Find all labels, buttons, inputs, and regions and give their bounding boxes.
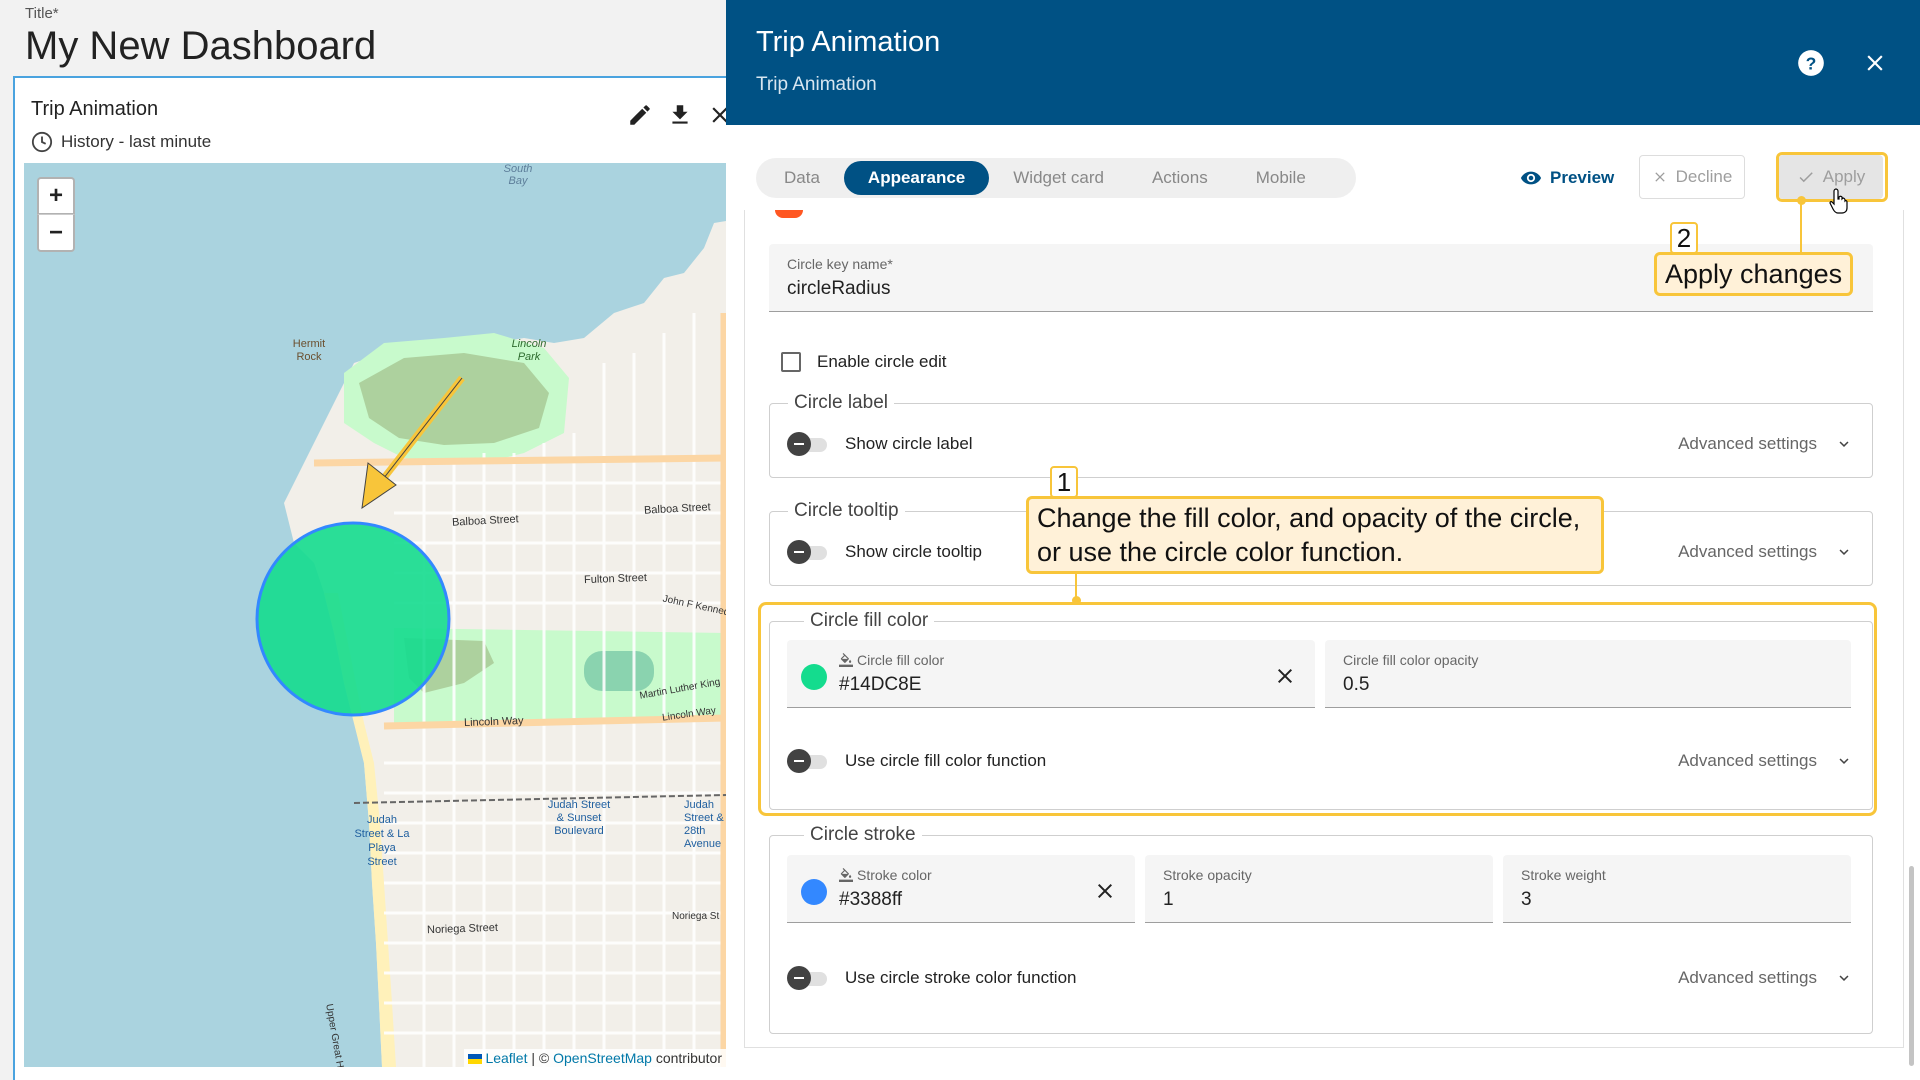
- panel-header: Trip Animation Trip Animation ?: [726, 0, 1920, 125]
- stroke-color-field[interactable]: Stroke color #3388ff: [787, 855, 1135, 923]
- tab-actions[interactable]: Actions: [1128, 161, 1232, 195]
- stroke-color-label: Stroke color: [839, 867, 932, 883]
- tab-widget-card[interactable]: Widget card: [989, 161, 1128, 195]
- callout-2-dot: [1797, 196, 1806, 205]
- map-label-noriega: Noriega Street: [426, 921, 499, 937]
- circle-stroke-advanced-settings[interactable]: Advanced settings: [1678, 968, 1853, 988]
- stroke-weight-field[interactable]: Stroke weight 3: [1503, 855, 1851, 923]
- stroke-color-value: #3388ff: [839, 889, 903, 910]
- callout-1: Change the fill color, and opacity of th…: [1026, 496, 1604, 574]
- attribution-suffix: contributor: [651, 1050, 722, 1066]
- leaflet-link[interactable]: Leaflet: [485, 1050, 527, 1066]
- show-circle-tooltip-text: Show circle tooltip: [845, 542, 983, 561]
- tab-mobile[interactable]: Mobile: [1232, 161, 1330, 195]
- timewindow-label: History - last minute: [61, 132, 212, 151]
- eye-icon: [1520, 171, 1542, 185]
- map-label-judah-la-playa: Judah Street & La Playa Street: [354, 814, 410, 868]
- decline-label: Decline: [1675, 167, 1733, 186]
- stroke-color-swatch[interactable]: [801, 879, 827, 905]
- circle-key-name-label: Circle key name*: [787, 256, 893, 272]
- dashboard-title[interactable]: My New Dashboard: [25, 24, 376, 69]
- svg-text:?: ?: [1806, 53, 1817, 73]
- zoom-out-button[interactable]: −: [37, 214, 75, 252]
- use-circle-stroke-function-text: Use circle stroke color function: [845, 968, 1077, 987]
- close-icon: [1654, 172, 1665, 182]
- enable-circle-edit-row[interactable]: Enable circle edit: [781, 352, 946, 372]
- clear-icon[interactable]: [1093, 879, 1117, 903]
- enable-circle-edit-label: Enable circle edit: [817, 352, 947, 371]
- tab-data[interactable]: Data: [760, 161, 844, 195]
- show-circle-label-toggle[interactable]: Show circle label: [787, 432, 973, 456]
- stroke-color-label-text: Stroke color: [857, 867, 932, 883]
- stroke-opacity-field[interactable]: Stroke opacity 1: [1145, 855, 1493, 923]
- map-label-judah-28th: Judah Street & 28th Avenue: [684, 799, 724, 850]
- tab-appearance[interactable]: Appearance: [843, 161, 990, 195]
- toggle-switch[interactable]: [787, 432, 831, 456]
- panel-subtitle: Trip Animation: [756, 74, 877, 95]
- map-label-south-bay: South Bay: [503, 163, 533, 187]
- map-tiles[interactable]: [24, 163, 726, 1067]
- callout-1-line1: Change the fill color, and opacity of th…: [1037, 503, 1581, 533]
- stroke-opacity-label: Stroke opacity: [1163, 867, 1252, 883]
- dashboard-header: Title* My New Dashboard: [0, 0, 726, 76]
- clock-icon: [31, 131, 53, 153]
- help-icon[interactable]: ?: [1797, 49, 1825, 77]
- advanced-settings-label: Advanced settings: [1678, 542, 1817, 561]
- callout-2: Apply changes: [1654, 252, 1854, 296]
- hand-cursor-icon: [1829, 188, 1848, 214]
- fill-color-highlight: [758, 602, 1877, 816]
- panel-scrollbar[interactable]: [1909, 866, 1914, 1066]
- circle-stroke-legend: Circle stroke: [810, 824, 916, 845]
- toggle-switch[interactable]: [787, 540, 831, 564]
- stroke-weight-value: 3: [1521, 889, 1532, 910]
- ukraine-flag-icon: [467, 1054, 482, 1065]
- dashboard-title-label: Title*: [25, 5, 59, 22]
- circle-key-name-value: circleRadius: [787, 278, 891, 299]
- circle-tooltip-advanced-settings[interactable]: Advanced settings: [1678, 542, 1853, 562]
- chevron-down-icon: [1839, 975, 1849, 981]
- show-circle-label-text: Show circle label: [845, 434, 973, 453]
- toggle-switch[interactable]: [787, 966, 831, 990]
- enable-circle-edit-checkbox[interactable]: [781, 352, 801, 372]
- circle-tooltip-legend: Circle tooltip: [794, 500, 899, 521]
- toggle-partial[interactable]: [775, 210, 803, 218]
- widget-title: Trip Animation: [31, 98, 159, 120]
- map-label-judah-sunset: Judah Street & Sunset Boulevard: [547, 799, 611, 837]
- map[interactable]: South Bay Hermit Rock Lincoln Park Balbo…: [24, 163, 726, 1067]
- map-label-noriega-2: Noriega St: [672, 911, 720, 922]
- chevron-down-icon: [1839, 441, 1849, 447]
- circle-label-advanced-settings[interactable]: Advanced settings: [1678, 434, 1853, 454]
- stroke-opacity-value: 1: [1163, 889, 1174, 910]
- close-panel-icon[interactable]: [1862, 50, 1888, 76]
- edit-icon[interactable]: [627, 102, 653, 128]
- callout-1-number: 1: [1050, 466, 1078, 498]
- attribution-separator: | ©: [527, 1050, 554, 1066]
- callout-2-number: 2: [1670, 222, 1698, 254]
- advanced-settings-label: Advanced settings: [1678, 968, 1817, 987]
- widget-timewindow[interactable]: History - last minute: [31, 131, 211, 153]
- map-label-lincoln-way: Lincoln Way: [463, 714, 524, 730]
- zoom-in-button[interactable]: +: [37, 177, 75, 215]
- circle-label-legend: Circle label: [794, 392, 888, 413]
- use-circle-stroke-function-toggle[interactable]: Use circle stroke color function: [787, 966, 1077, 990]
- panel-title: Trip Animation: [756, 26, 941, 58]
- settings-tabs: Data Appearance Widget card Actions Mobi…: [756, 158, 1356, 198]
- stroke-weight-label: Stroke weight: [1521, 867, 1606, 883]
- callout-2-connector: [1800, 200, 1802, 252]
- preview-button[interactable]: Preview: [1520, 158, 1614, 198]
- openstreetmap-link[interactable]: OpenStreetMap: [553, 1050, 652, 1066]
- map-label-fulton-street: Fulton Street: [583, 571, 648, 587]
- callout-1-line2: or use the circle color function.: [1037, 537, 1404, 567]
- paint-icon: [839, 868, 853, 882]
- map-attribution: Leaflet | © OpenStreetMap contributor: [463, 1049, 726, 1067]
- download-icon[interactable]: [667, 102, 693, 128]
- decline-button[interactable]: Decline: [1639, 155, 1745, 199]
- callout-1-dot: [1072, 596, 1081, 605]
- preview-label: Preview: [1550, 168, 1615, 187]
- show-circle-tooltip-toggle[interactable]: Show circle tooltip: [787, 540, 983, 564]
- map-label-lincoln-park: Lincoln Park: [511, 338, 547, 363]
- chevron-down-icon: [1839, 549, 1849, 555]
- map-label-hermit-rock: Hermit Rock: [292, 338, 326, 363]
- advanced-settings-label: Advanced settings: [1678, 434, 1817, 453]
